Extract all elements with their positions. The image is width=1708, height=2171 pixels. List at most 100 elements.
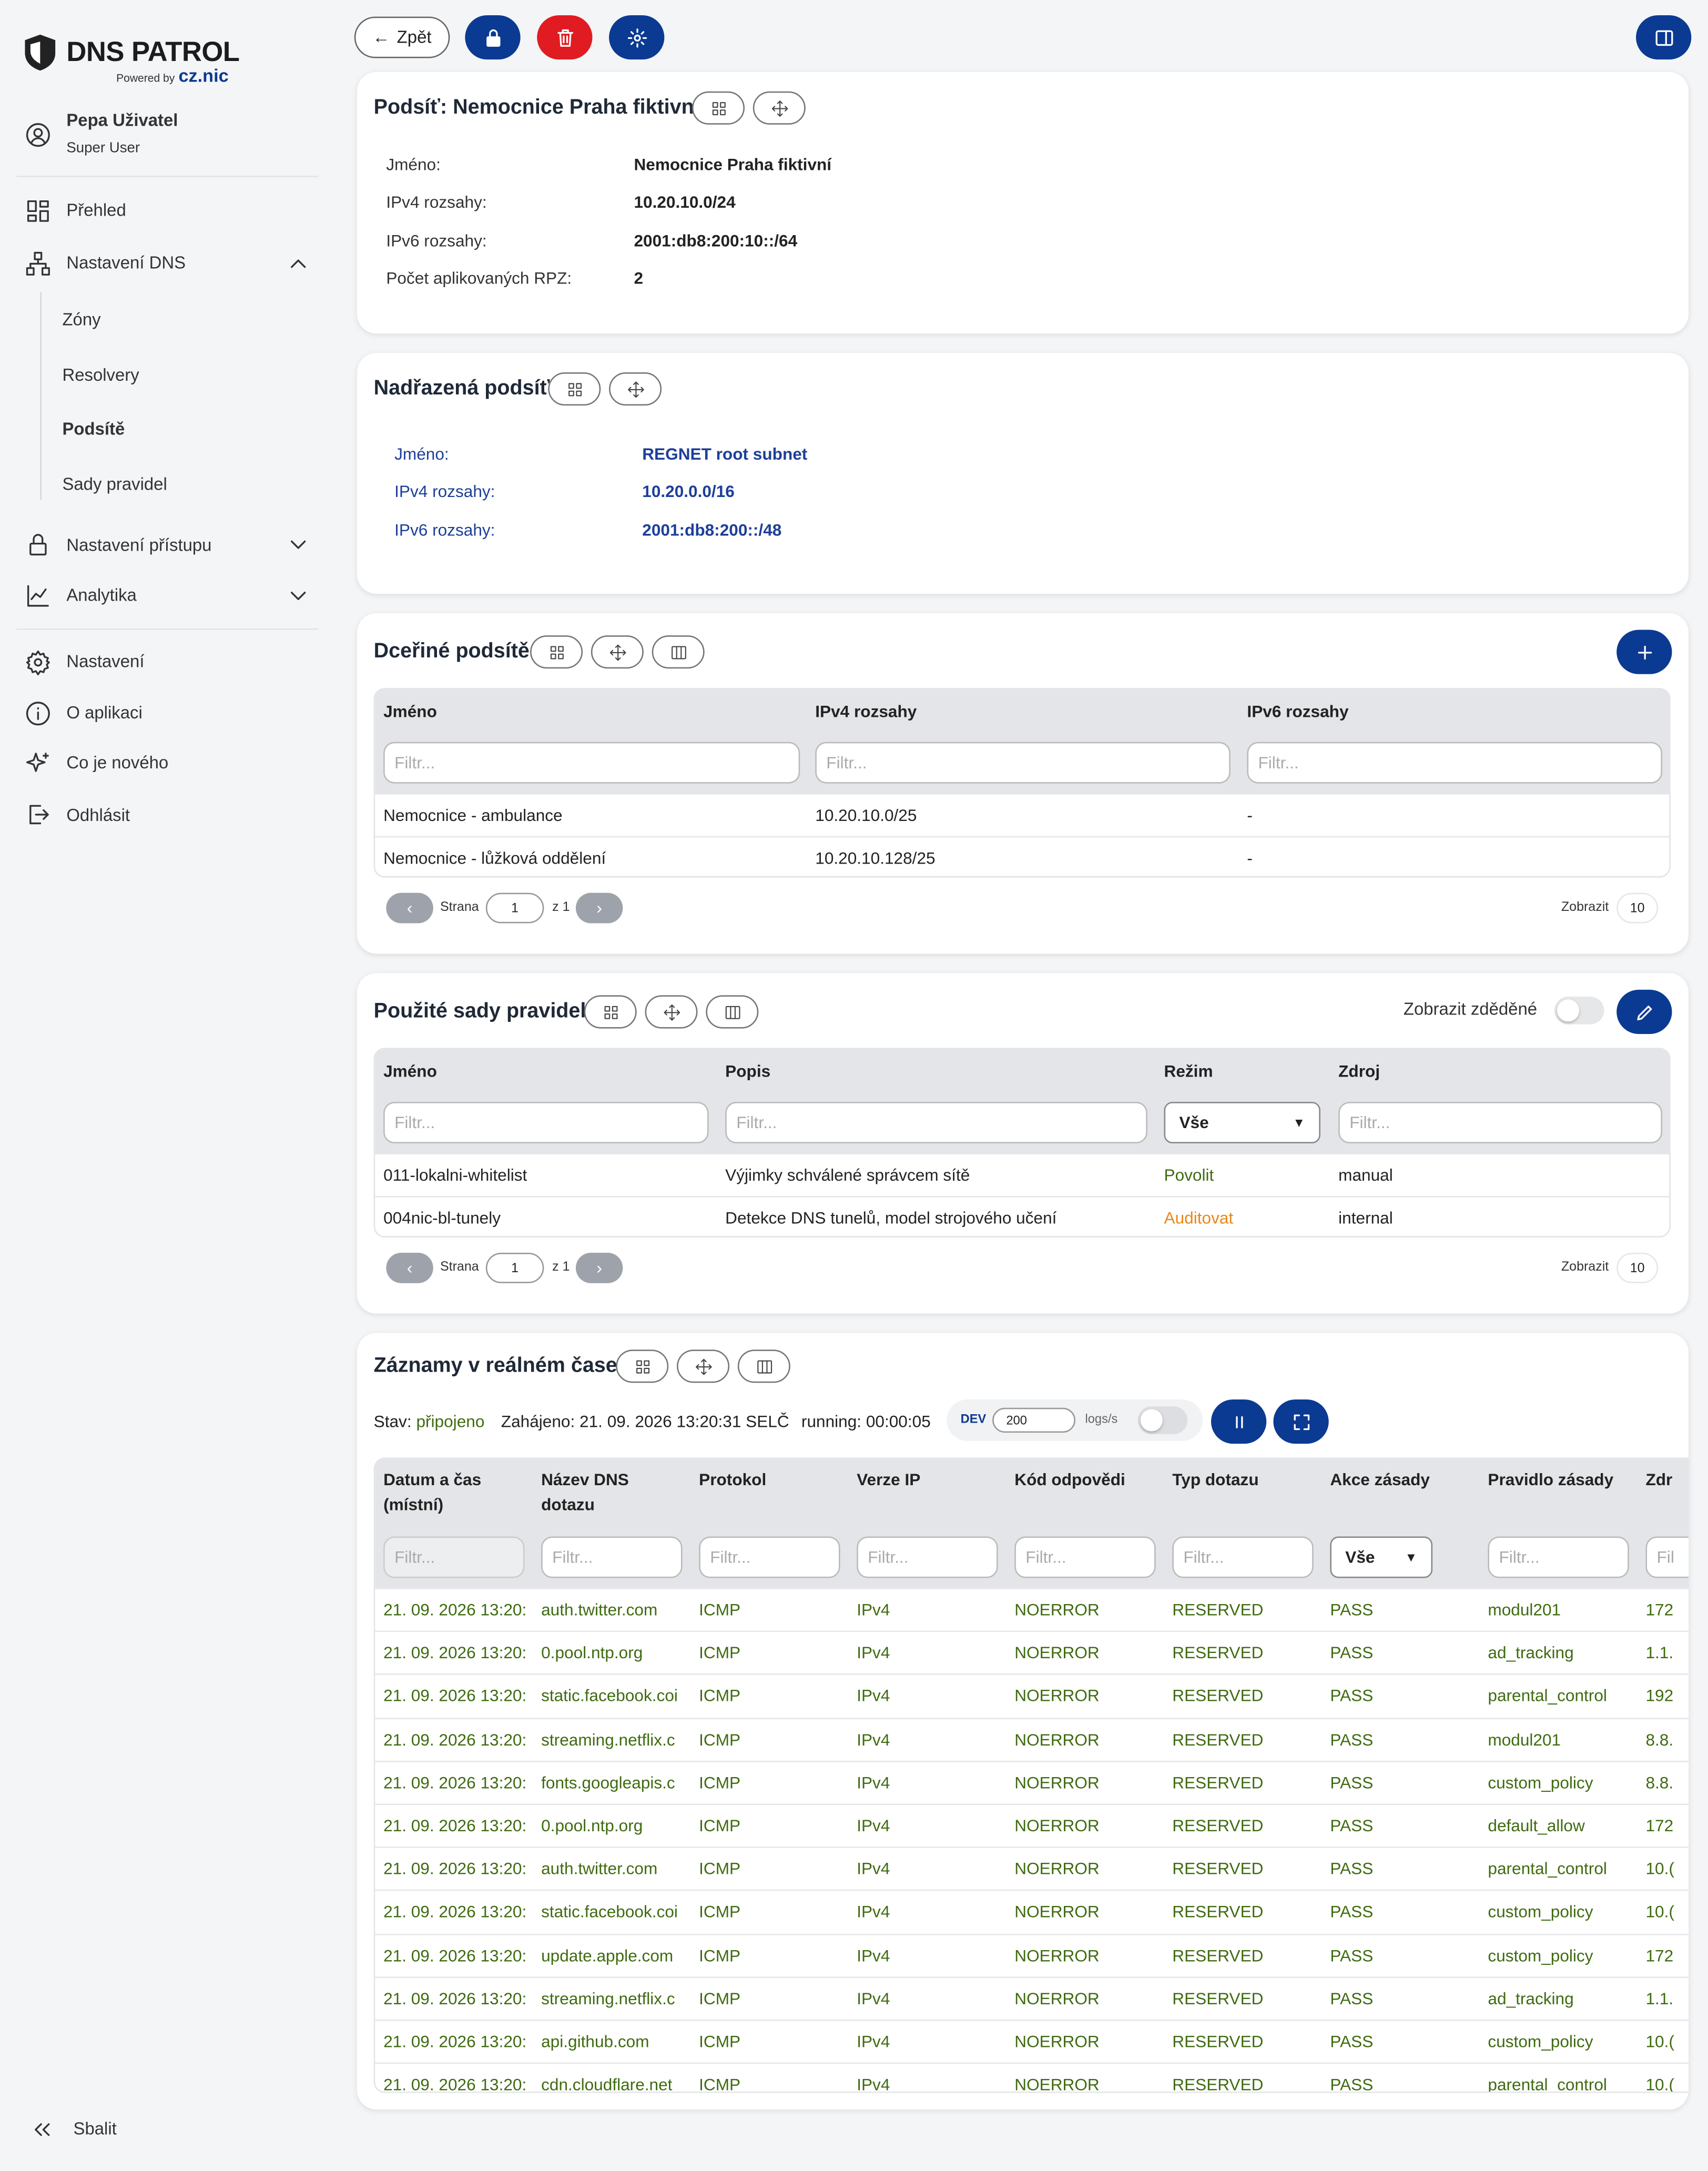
prev-page-button[interactable]: ‹ bbox=[386, 892, 433, 924]
column-header-source[interactable]: Zdr bbox=[1645, 1467, 1673, 1492]
nav-whats-new[interactable]: Co je nového bbox=[66, 753, 168, 773]
move-button[interactable] bbox=[677, 1350, 730, 1383]
column-header-ip-version[interactable]: Verze IP bbox=[857, 1467, 1001, 1492]
nav-logout[interactable]: Odhlásit bbox=[66, 806, 130, 825]
column-header-datetime[interactable]: Datum a čas (místní) bbox=[383, 1467, 527, 1517]
nav-subnets[interactable]: Podsítě bbox=[62, 419, 125, 439]
edit-rulesets-button[interactable] bbox=[1616, 989, 1672, 1034]
table-row[interactable]: Nemocnice - ambulance 10.20.10.0/25 - bbox=[375, 793, 1670, 836]
filter-query-name-input[interactable]: Filtr... bbox=[541, 1536, 683, 1578]
column-header-query-type[interactable]: Typ dotazu bbox=[1172, 1467, 1316, 1492]
prev-page-button[interactable]: ‹ bbox=[386, 1252, 433, 1283]
column-header-ipv6[interactable]: IPv6 rozsahy bbox=[1247, 699, 1348, 724]
filter-source-input[interactable]: Fil bbox=[1645, 1536, 1689, 1578]
filter-query-type-input[interactable]: Filtr... bbox=[1172, 1536, 1314, 1578]
table-row[interactable]: 21. 09. 2026 13:20: static.facebook.coi IC… bbox=[375, 1890, 1689, 1933]
page-input[interactable]: 1 bbox=[485, 892, 544, 924]
parent-name-link[interactable]: REGNET root subnet bbox=[642, 444, 807, 464]
page-size-select[interactable]: 10 bbox=[1616, 1252, 1659, 1283]
chevron-down-icon[interactable] bbox=[284, 581, 312, 609]
chevron-up-icon[interactable] bbox=[284, 249, 312, 277]
nav-access-settings[interactable]: Nastavení přístupu bbox=[66, 536, 211, 555]
dev-toggle[interactable] bbox=[1137, 1406, 1188, 1434]
mode-select[interactable]: Vše ▼ bbox=[1164, 1102, 1320, 1144]
page-size-select[interactable]: 10 bbox=[1616, 892, 1659, 924]
toggle-panel-button[interactable] bbox=[1636, 15, 1692, 60]
filter-ip-version-input[interactable]: Filtr... bbox=[857, 1536, 998, 1578]
action-select[interactable]: Vše ▼ bbox=[1330, 1536, 1433, 1578]
column-header-policy-action[interactable]: Akce zásady bbox=[1330, 1467, 1474, 1492]
grid-view-button[interactable] bbox=[616, 1350, 669, 1383]
table-row[interactable]: 21. 09. 2026 13:20: cdn.cloudflare.net ICM… bbox=[375, 2063, 1689, 2092]
table-row[interactable]: 21. 09. 2026 13:20: fonts.googleapis.c ICM… bbox=[375, 1760, 1689, 1803]
grid-view-button[interactable] bbox=[548, 372, 601, 406]
table-row[interactable]: 21. 09. 2026 13:20: streaming.netflix.c IC… bbox=[375, 1976, 1689, 2020]
filter-source-input[interactable]: Filtr... bbox=[1338, 1102, 1663, 1144]
filter-datetime-input[interactable]: Filtr... bbox=[383, 1536, 525, 1578]
filter-ipv4-input[interactable]: Filtr... bbox=[815, 742, 1231, 784]
settings-button[interactable] bbox=[609, 15, 665, 60]
table-row[interactable]: 21. 09. 2026 13:20: streaming.netflix.c IC… bbox=[375, 1717, 1689, 1760]
table-row[interactable]: 21. 09. 2026 13:20: api.github.com ICMP IPv… bbox=[375, 2020, 1689, 2063]
next-page-button[interactable]: › bbox=[575, 892, 623, 924]
page-input[interactable]: 1 bbox=[485, 1252, 544, 1283]
filter-ipv6-input[interactable]: Filtr... bbox=[1247, 742, 1663, 784]
table-row[interactable]: 21. 09. 2026 13:20: auth.twitter.com ICMP I… bbox=[375, 1587, 1689, 1631]
table-row[interactable]: Nemocnice - lůžková oddělení 10.20.10.128… bbox=[375, 836, 1670, 876]
nav-resolvers[interactable]: Resolvery bbox=[62, 366, 139, 385]
filter-response-code-input[interactable]: Filtr... bbox=[1014, 1536, 1156, 1578]
nav-overview[interactable]: Přehled bbox=[66, 201, 126, 220]
column-header-query-name[interactable]: Název DNS dotazu bbox=[541, 1467, 685, 1517]
nav-zones[interactable]: Zóny bbox=[62, 310, 100, 330]
move-button[interactable] bbox=[591, 635, 644, 669]
filter-protocol-input[interactable]: Filtr... bbox=[699, 1536, 840, 1578]
columns-button[interactable] bbox=[737, 1350, 790, 1383]
table-row[interactable]: 004nic-bl-tunely Detekce DNS tunelů, mode… bbox=[375, 1196, 1670, 1236]
nav-analytics[interactable]: Analytika bbox=[66, 585, 137, 605]
column-header-name[interactable]: Jméno bbox=[383, 699, 437, 724]
column-header-description[interactable]: Popis bbox=[725, 1059, 770, 1083]
nav-about[interactable]: O aplikaci bbox=[66, 703, 142, 723]
columns-button[interactable] bbox=[652, 635, 705, 669]
move-button[interactable] bbox=[753, 91, 806, 125]
column-header-source[interactable]: Zdroj bbox=[1338, 1059, 1380, 1083]
table-row[interactable]: 21. 09. 2026 13:20: update.apple.com ICMP I… bbox=[375, 1933, 1689, 1976]
nav-rulesets[interactable]: Sady pravidel bbox=[62, 475, 167, 494]
show-inherited-toggle[interactable] bbox=[1554, 997, 1604, 1024]
nav-settings[interactable]: Nastavení bbox=[66, 652, 144, 672]
back-button[interactable]: ← Zpět bbox=[354, 16, 450, 58]
move-button[interactable] bbox=[609, 372, 662, 406]
table-row[interactable]: 21. 09. 2026 13:20: 0.pool.ntp.org ICMP IPv… bbox=[375, 1803, 1689, 1847]
parent-ipv4-link[interactable]: 10.20.0.0/16 bbox=[642, 482, 735, 501]
grid-view-button[interactable] bbox=[584, 995, 637, 1029]
table-row[interactable]: 011-lokalni-whitelist Výjimky schválené s… bbox=[375, 1153, 1670, 1196]
delete-button[interactable] bbox=[537, 15, 593, 60]
nav-dns-settings[interactable]: Nastavení DNS bbox=[66, 253, 186, 273]
move-button[interactable] bbox=[645, 995, 698, 1029]
table-row[interactable]: 21. 09. 2026 13:20: static.facebook.coi IC… bbox=[375, 1674, 1689, 1717]
parent-ipv6-link[interactable]: 2001:db8:200::/48 bbox=[642, 521, 781, 540]
fullscreen-button[interactable] bbox=[1273, 1399, 1329, 1444]
column-header-protocol[interactable]: Protokol bbox=[699, 1467, 843, 1492]
filter-name-input[interactable]: Filtr... bbox=[383, 742, 800, 784]
table-row[interactable]: 21. 09. 2026 13:20: 0.pool.ntp.org ICMP IPv… bbox=[375, 1630, 1689, 1674]
filter-name-input[interactable]: Filtr... bbox=[383, 1102, 709, 1144]
lock-button[interactable] bbox=[465, 15, 521, 60]
add-child-subnet-button[interactable] bbox=[1616, 630, 1672, 674]
chevron-down-icon[interactable] bbox=[284, 530, 312, 558]
column-header-ipv4[interactable]: IPv4 rozsahy bbox=[815, 699, 917, 724]
column-header-name[interactable]: Jméno bbox=[383, 1059, 437, 1083]
grid-view-button[interactable] bbox=[692, 91, 745, 125]
column-header-policy-rule[interactable]: Pravidlo zásady bbox=[1488, 1467, 1632, 1492]
column-header-response-code[interactable]: Kód odpovědi bbox=[1014, 1467, 1158, 1492]
double-chevron-left-icon[interactable] bbox=[28, 2115, 56, 2143]
collapse-sidebar-button[interactable]: Sbalit bbox=[73, 2119, 116, 2139]
filter-policy-rule-input[interactable]: Filtr... bbox=[1488, 1536, 1629, 1578]
column-header-mode[interactable]: Režim bbox=[1164, 1059, 1213, 1083]
table-row[interactable]: 21. 09. 2026 13:20: auth.twitter.com ICMP I… bbox=[375, 1847, 1689, 1890]
next-page-button[interactable]: › bbox=[575, 1252, 623, 1283]
pause-button[interactable] bbox=[1211, 1399, 1267, 1444]
columns-button[interactable] bbox=[706, 995, 759, 1029]
grid-view-button[interactable] bbox=[530, 635, 583, 669]
filter-description-input[interactable]: Filtr... bbox=[725, 1102, 1147, 1144]
